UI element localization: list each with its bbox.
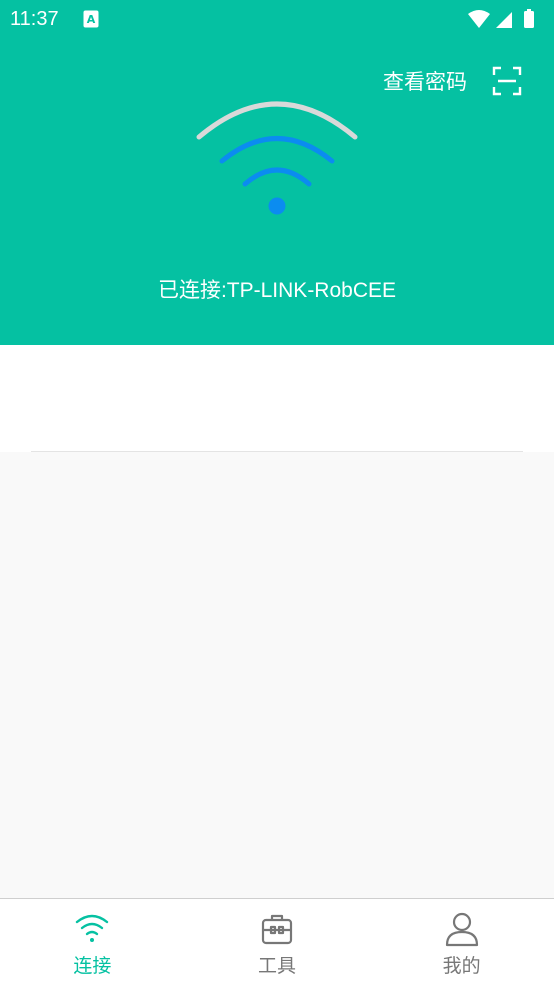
tab-connect[interactable]: 连接 [0, 899, 185, 985]
header-panel: 11:37 A 查看密码 已连接:TP-LINK-RobCEE [0, 0, 554, 345]
wifi-signal-graphic [196, 101, 358, 215]
wifi-arc-inner [242, 167, 312, 187]
tab-mine[interactable]: 我的 [369, 899, 554, 985]
status-time: 11:37 [10, 8, 59, 30]
svg-text:A: A [87, 13, 96, 26]
cell-signal-icon [496, 12, 512, 28]
scan-icon[interactable] [492, 66, 522, 96]
user-icon [445, 912, 478, 947]
toolbox-icon [261, 914, 293, 945]
bottom-tab-bar: 连接 工具 我的 [0, 898, 554, 985]
tab-mine-label: 我的 [442, 955, 481, 977]
tab-tools[interactable]: 工具 [185, 899, 370, 985]
wifi-arc-outer [196, 101, 358, 140]
content-area [0, 345, 554, 452]
wifi-signal-icon [468, 10, 490, 28]
view-password-button[interactable]: 查看密码 [383, 66, 467, 96]
divider [31, 451, 523, 452]
wifi-arc-middle [219, 136, 335, 164]
tab-connect-label: 连接 [73, 955, 112, 977]
status-bar: 11:37 A [0, 0, 554, 40]
wifi-dot [268, 197, 286, 215]
status-icons [468, 9, 534, 28]
a-square-icon: A [83, 10, 99, 28]
tab-tools-label: 工具 [258, 955, 297, 977]
battery-icon [524, 9, 534, 28]
connected-network-text: 已连接:TP-LINK-RobCEE [157, 279, 397, 302]
wifi-icon [76, 914, 109, 942]
